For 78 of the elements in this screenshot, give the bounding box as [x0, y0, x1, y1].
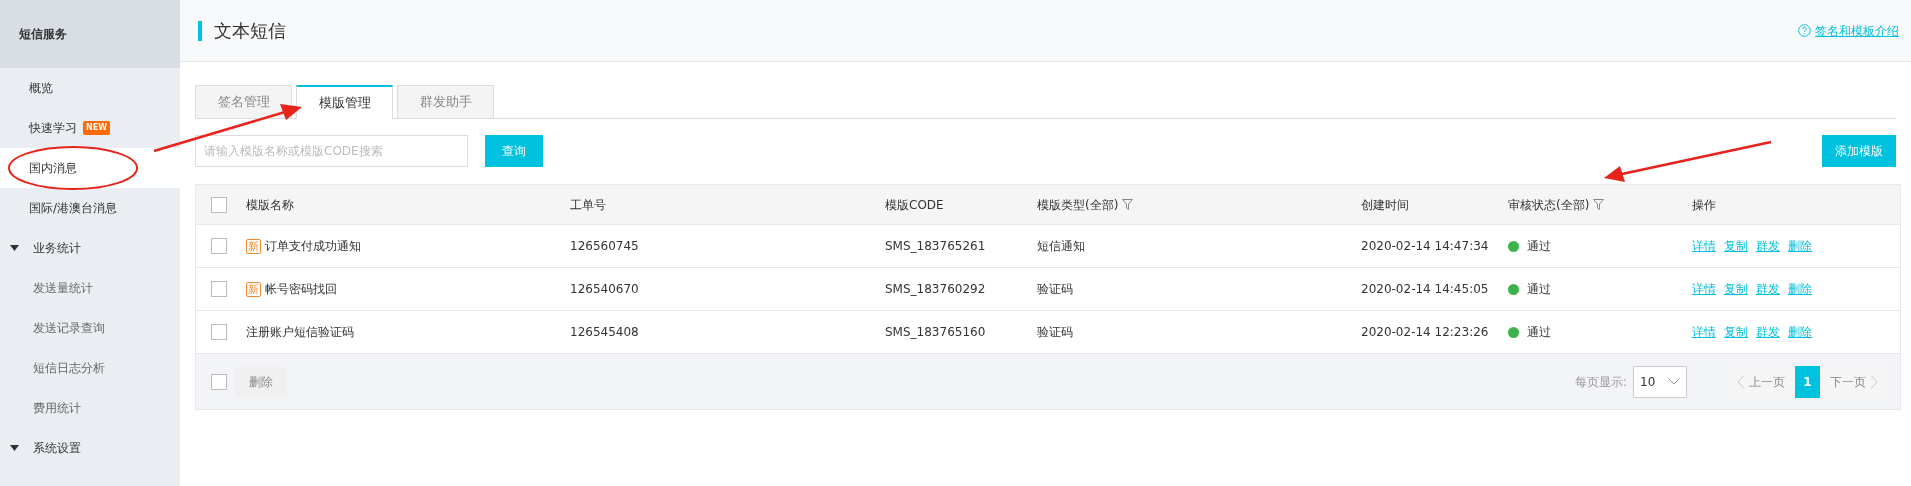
status-text: 通过	[1527, 281, 1551, 298]
table-cell: 126560745	[570, 239, 639, 253]
sidebar-item[interactable]: 概览	[0, 68, 180, 108]
action-link[interactable]: 详情	[1692, 282, 1716, 296]
search-field[interactable]: 请输入模版名称或模版CODE搜索	[195, 134, 468, 167]
table-cell: SMS_183760292	[885, 282, 986, 296]
action-link[interactable]: 详情	[1692, 239, 1716, 253]
chevron-down-icon	[1668, 378, 1680, 385]
page-title: 文本短信	[198, 20, 286, 41]
filter-icon[interactable]	[1593, 199, 1605, 210]
table-cell: SMS_183765160	[885, 325, 986, 339]
help-icon	[1798, 24, 1811, 37]
status-text: 通过	[1527, 324, 1551, 341]
sidebar-item[interactable]: 国内消息	[0, 148, 180, 188]
chevron-right-icon	[1870, 374, 1878, 389]
column-header: 操作	[1692, 196, 1716, 214]
table-cell: 2020-02-14 12:23:26	[1361, 325, 1489, 339]
action-link[interactable]: 复制	[1724, 239, 1748, 253]
status-dot	[1508, 240, 1519, 252]
table-cell-text: 注册账户短信验证码	[246, 324, 354, 341]
table-cell-text: 订单支付成功通知	[265, 238, 361, 255]
sidebar-item[interactable]: 国际/港澳台消息	[0, 188, 180, 228]
help-link[interactable]: 签名和模板介绍	[1798, 21, 1899, 40]
table-cell: 2020-02-14 14:45:05	[1361, 282, 1489, 296]
status-dot	[1508, 326, 1519, 338]
sidebar-item-label[interactable]: 快速学习	[29, 119, 77, 137]
table-cell: 验证码	[1037, 325, 1073, 339]
sidebar-subitem[interactable]: 短信日志分析	[0, 348, 180, 388]
caret-down-icon	[10, 245, 19, 251]
action-link[interactable]: 复制	[1724, 325, 1748, 339]
sidebar-group[interactable]: 业务统计	[0, 228, 180, 268]
tab[interactable]: 模版管理	[296, 85, 393, 119]
table-cell: 短信通知	[1037, 239, 1085, 253]
select-all-checkbox[interactable]	[211, 196, 227, 213]
action-link[interactable]: 删除	[1788, 282, 1812, 296]
table-cell: 126545408	[570, 325, 639, 339]
table-cell: 2020-02-14 14:47:34	[1361, 239, 1489, 253]
chevron-left-icon	[1737, 374, 1745, 389]
action-link[interactable]: 删除	[1788, 325, 1812, 339]
column-header: 模版类型(全部)	[1037, 196, 1119, 214]
sidebar-title: 短信服务	[0, 0, 180, 68]
add-template-button[interactable]: 添加模版	[1822, 134, 1896, 167]
page-button[interactable]: 1	[1795, 365, 1820, 398]
table-cell-text: 帐号密码找回	[265, 281, 337, 298]
action-link[interactable]: 复制	[1724, 282, 1748, 296]
new-tag: 新	[246, 281, 261, 297]
new-badge: NEW	[83, 121, 110, 135]
sidebar-subitem[interactable]: 发送记录查询	[0, 308, 180, 348]
select-all-checkbox[interactable]	[211, 373, 227, 390]
caret-down-icon	[10, 445, 19, 451]
table-cell: SMS_183765261	[885, 239, 986, 253]
action-link[interactable]: 群发	[1756, 239, 1780, 253]
row-checkbox[interactable]	[211, 238, 227, 254]
tab[interactable]: 签名管理	[195, 85, 292, 118]
column-header: 工单号	[570, 196, 606, 214]
column-header: 模版名称	[246, 196, 294, 214]
action-link[interactable]: 群发	[1756, 325, 1780, 339]
tab[interactable]: 群发助手	[397, 85, 494, 118]
row-checkbox[interactable]	[211, 281, 227, 297]
column-header: 创建时间	[1361, 196, 1409, 214]
column-header: 审核状态(全部)	[1508, 196, 1590, 214]
page-size-select[interactable]: 10	[1633, 365, 1687, 398]
sidebar-subitem[interactable]: 发送量统计	[0, 268, 180, 308]
action-link[interactable]: 群发	[1756, 282, 1780, 296]
search-button[interactable]: 查询	[485, 134, 543, 167]
filter-icon[interactable]	[1122, 199, 1134, 210]
status-text: 通过	[1527, 238, 1551, 255]
action-link[interactable]: 详情	[1692, 325, 1716, 339]
page-size-label: 每页显示:	[1574, 373, 1627, 391]
row-checkbox[interactable]	[211, 324, 227, 340]
sidebar-group[interactable]: 系统设置	[0, 428, 180, 468]
status-dot	[1508, 283, 1519, 295]
table-cell: 126540670	[570, 282, 639, 296]
action-link[interactable]: 删除	[1788, 239, 1812, 253]
new-tag: 新	[246, 238, 261, 254]
table-cell: 验证码	[1037, 282, 1073, 296]
sidebar-subitem[interactable]: 费用统计	[0, 388, 180, 428]
column-header: 模版CODE	[885, 196, 944, 214]
